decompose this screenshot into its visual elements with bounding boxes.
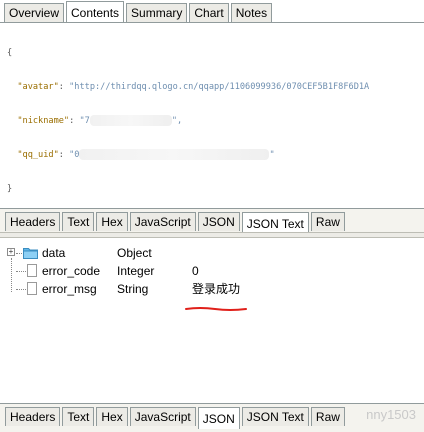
tab-hex[interactable]: Hex xyxy=(96,407,128,426)
json-line-open: { xyxy=(7,48,13,58)
tab-json-text[interactable]: JSON Text xyxy=(241,407,309,426)
json-line-close: } xyxy=(7,184,13,194)
tree-item-name: data xyxy=(42,246,66,260)
top-tab-strip: Overview Contents Summary Chart Notes xyxy=(0,0,273,23)
panel-splitter[interactable] xyxy=(0,232,424,238)
tree-item-value: 0 xyxy=(192,264,199,278)
tab-javascript[interactable]: JavaScript xyxy=(129,407,196,426)
tab-chart[interactable]: Chart xyxy=(189,3,229,22)
redacted-nickname xyxy=(89,115,172,126)
json-line-nickname: "nickname": "7 ", xyxy=(17,115,183,126)
tab-hex[interactable]: Hex xyxy=(96,212,128,231)
tab-javascript[interactable]: JavaScript xyxy=(129,212,196,231)
expand-plus-icon[interactable]: + xyxy=(7,248,15,256)
tree-item-type: Integer xyxy=(117,264,155,278)
json-text-view[interactable]: { "avatar": "http://thirdqq.qlogo.cn/qqa… xyxy=(7,28,424,215)
tree-item-type: Object xyxy=(117,246,152,260)
tab-contents[interactable]: Contents xyxy=(66,1,125,23)
tree-item-name: error_code xyxy=(42,264,101,278)
avatar-value: "http://thirdqq.qlogo.cn/qqapp/110609993… xyxy=(69,82,370,92)
bottom-tab-strip: Headers Text Hex JavaScript JSON JSON Te… xyxy=(0,404,345,429)
json-tree-view[interactable]: + data Object error_code Integer 0 error… xyxy=(5,244,420,298)
tree-item-value: 登录成功 xyxy=(192,282,241,296)
tab-text[interactable]: Text xyxy=(62,407,95,426)
tab-raw[interactable]: Raw xyxy=(310,212,345,231)
tab-headers[interactable]: Headers xyxy=(5,212,61,231)
tab-json[interactable]: JSON xyxy=(197,407,240,429)
json-line-uid: "qq_uid": "0 " xyxy=(17,149,275,160)
top-tab-divider xyxy=(0,22,424,23)
tab-headers[interactable]: Headers xyxy=(5,407,61,426)
folder-icon xyxy=(23,248,38,259)
red-underline-annotation xyxy=(185,307,247,311)
document-icon xyxy=(27,282,37,295)
tree-row-error-msg[interactable]: error_msg String 登录成功 xyxy=(5,280,420,298)
document-icon xyxy=(27,264,37,277)
tab-summary[interactable]: Summary xyxy=(126,3,188,22)
tab-json[interactable]: JSON xyxy=(197,212,240,231)
tree-row-error-code[interactable]: error_code Integer 0 xyxy=(5,262,420,280)
tab-raw[interactable]: Raw xyxy=(310,407,345,426)
tab-notes[interactable]: Notes xyxy=(230,3,273,22)
redacted-uid xyxy=(79,149,270,160)
tab-json-text[interactable]: JSON Text xyxy=(241,212,309,234)
tree-row-data[interactable]: + data Object xyxy=(5,244,420,262)
tree-item-name: error_msg xyxy=(42,282,97,296)
tab-overview[interactable]: Overview xyxy=(4,3,65,22)
watermark-text: nny1503 xyxy=(366,407,416,422)
tab-text[interactable]: Text xyxy=(62,212,95,231)
middle-tab-strip: Headers Text Hex JavaScript JSON JSON Te… xyxy=(0,209,345,234)
tree-item-type: String xyxy=(117,282,149,296)
json-line-avatar: "avatar": "http://thirdqq.qlogo.cn/qqapp… xyxy=(17,82,370,92)
